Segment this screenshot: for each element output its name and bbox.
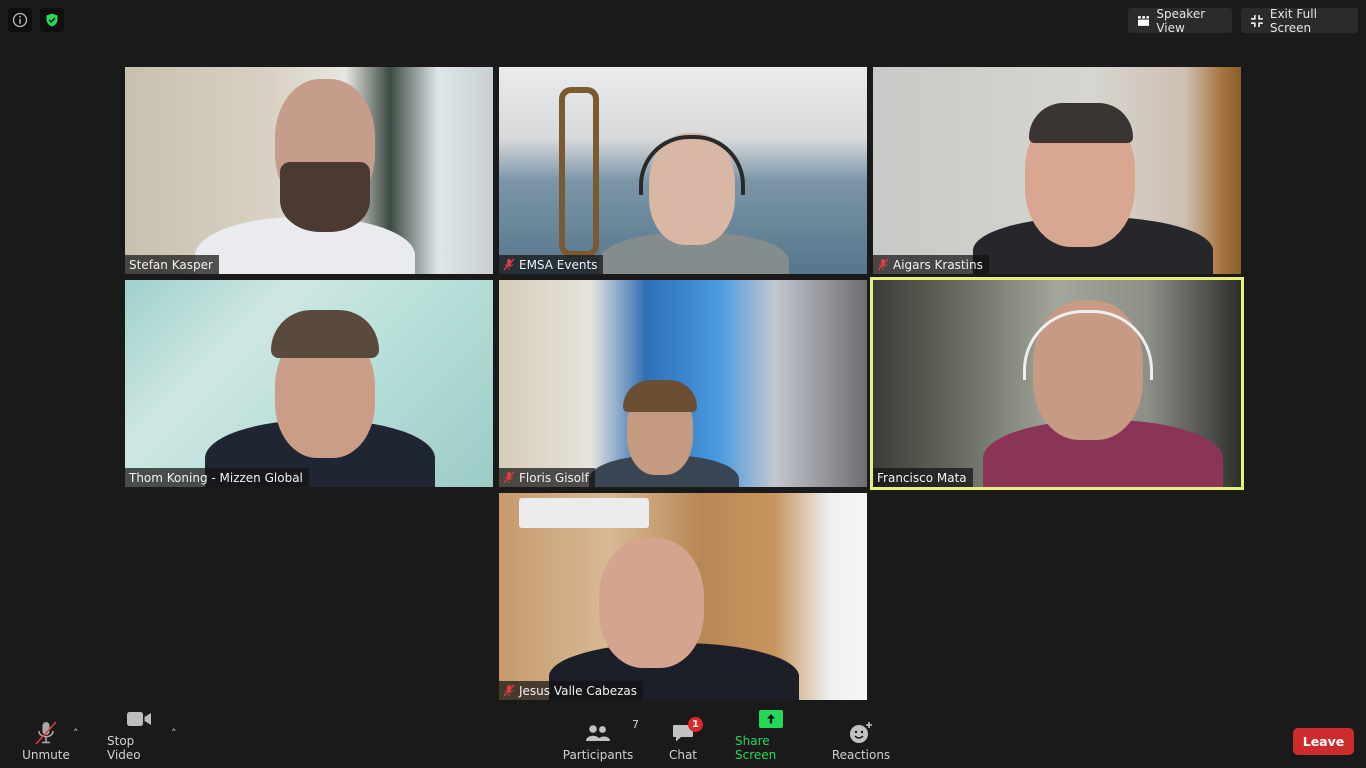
participant-face [599,538,704,668]
participants-icon [586,725,610,741]
speaker-view-icon [1138,15,1150,26]
participant-name: Floris Gisolf [519,470,589,485]
stop-video-label: Stop Video [107,734,141,762]
chat-label: Chat [668,748,698,762]
chat-button[interactable]: 1 Chat [668,717,703,762]
participant-name: Francisco Mata [877,470,967,485]
share-screen-button[interactable]: Share Screen [735,704,807,762]
reactions-button[interactable]: Reactions [831,718,891,762]
unmute-label: Unmute [22,748,70,762]
participant-name-tag: Thom Koning - Mizzen Global [125,468,309,487]
chat-unread-badge: 1 [688,717,703,732]
leave-button[interactable]: Leave [1293,728,1354,755]
participant-hair [271,310,379,358]
participants-label: Participants [562,748,634,762]
collapse-icon [1251,14,1263,27]
participant-name: Thom Koning - Mizzen Global [129,470,303,485]
participant-name: Stefan Kasper [129,257,213,272]
speaker-view-button[interactable]: Speaker View [1128,6,1232,35]
participant-name-tag: Jesus Valle Cabezas [499,681,643,700]
participant-name-tag: EMSA Events [499,255,604,274]
mirror-frame [559,87,599,257]
microphone-muted-icon [35,721,57,745]
participant-hair [1029,103,1133,143]
video-tile[interactable]: Thom Koning - Mizzen Global [125,280,493,487]
unmute-button[interactable]: Unmute [22,718,70,762]
video-options-caret[interactable]: ˄ [171,727,177,740]
video-tile[interactable]: Jesus Valle Cabezas [499,493,867,700]
participant-name-tag: Floris Gisolf [499,468,595,487]
participants-button[interactable]: 7 Participants [563,718,639,762]
participant-name-tag: Francisco Mata [873,468,973,487]
participant-hair [623,380,697,412]
meeting-info-button[interactable] [8,8,32,32]
participant-name-tag: Aigars Krastins [873,255,989,274]
shield-check-icon [46,13,58,27]
video-tile-active-speaker[interactable]: Francisco Mata [870,277,1244,490]
video-camera-icon [127,712,151,726]
share-screen-label: Share Screen [735,734,777,762]
participants-count: 7 [632,718,639,731]
reactions-icon [850,722,872,743]
air-conditioner [519,498,649,528]
participant-beard [280,162,370,232]
audio-options-caret[interactable]: ˄ [73,727,79,740]
microphone-muted-icon [503,471,515,484]
microphone-muted-icon [503,258,515,271]
share-screen-icon [759,710,783,728]
participant-name: Jesus Valle Cabezas [519,683,637,698]
video-tile[interactable]: Stefan Kasper [125,67,493,274]
microphone-muted-icon [503,684,515,697]
exit-full-screen-button[interactable]: Exit Full Screen [1241,6,1358,35]
info-icon [12,12,28,28]
stop-video-button[interactable]: Stop Video [107,704,171,762]
security-button[interactable] [40,8,64,32]
participant-name: EMSA Events [519,257,598,272]
exit-full-screen-label: Exit Full Screen [1269,6,1317,35]
video-tile[interactable]: Aigars Krastins [873,67,1241,274]
participant-name-tag: Stefan Kasper [125,255,219,274]
reactions-label: Reactions [831,748,891,762]
speaker-view-label: Speaker View [1156,6,1206,35]
microphone-muted-icon [877,258,889,271]
participant-name: Aigars Krastins [893,257,983,272]
video-tile[interactable]: EMSA Events [499,67,867,274]
video-tile[interactable]: Floris Gisolf [499,280,867,487]
